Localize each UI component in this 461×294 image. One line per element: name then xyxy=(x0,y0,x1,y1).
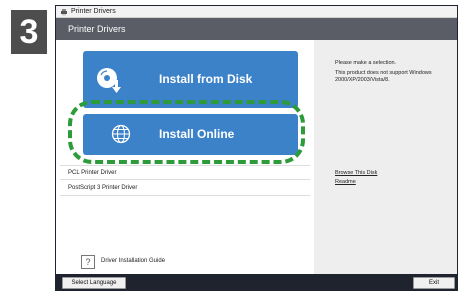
install-online-label: Install Online xyxy=(159,127,235,141)
driver-item-postscript[interactable]: PostScript 3 Printer Driver xyxy=(60,181,310,196)
globe-icon xyxy=(111,124,131,144)
select-language-button[interactable]: Select Language xyxy=(62,277,126,289)
exit-button[interactable]: Exit xyxy=(413,277,455,289)
header-bar: Printer Drivers xyxy=(56,18,457,40)
disc-download-icon xyxy=(97,68,121,93)
footer-bar: Select Language Exit xyxy=(56,274,457,290)
question-icon[interactable]: ? xyxy=(81,255,95,269)
installer-window: Printer Drivers Printer Drivers Install … xyxy=(55,5,458,291)
install-from-disk-label: Install from Disk xyxy=(159,72,253,86)
right-panel: Please make a selection. This product do… xyxy=(314,40,457,274)
driver-item-pcl[interactable]: PCL Printer Driver xyxy=(60,165,310,180)
readme-link[interactable]: Readme xyxy=(335,179,356,185)
step-number-badge: 3 xyxy=(11,10,47,54)
install-from-disk-button[interactable]: Install from Disk xyxy=(83,51,298,108)
install-online-button[interactable]: Install Online xyxy=(83,114,298,155)
title-bar: Printer Drivers xyxy=(56,6,457,18)
window-title: Printer Drivers xyxy=(71,8,116,15)
selection-prompt: Please make a selection. xyxy=(335,60,397,66)
driver-guide-link[interactable]: Driver Installation Guide xyxy=(101,258,165,264)
browse-disk-link[interactable]: Browse This Disk xyxy=(335,170,377,176)
printer-icon xyxy=(61,9,67,16)
os-support-note: This product does not support Windows 20… xyxy=(335,70,432,83)
left-panel: Install from Disk Install Online PCL Pri… xyxy=(56,40,314,274)
header-title: Printer Drivers xyxy=(68,24,126,34)
